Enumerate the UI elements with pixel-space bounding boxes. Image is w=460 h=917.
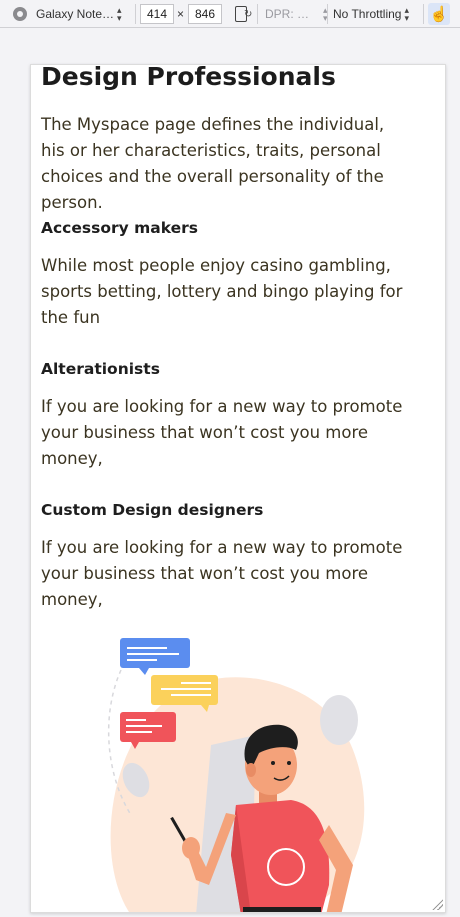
dpr-label: DPR: … xyxy=(265,7,310,21)
section-text: If you are looking for a new way to prom… xyxy=(41,538,403,609)
divider xyxy=(257,4,258,24)
device-name: Galaxy Note… xyxy=(36,7,115,21)
section-text: While most people enjoy casino gambling,… xyxy=(41,256,403,327)
chevron-updown-icon: ▴ ▾ xyxy=(404,5,410,23)
device-viewport: Design Professionals The Myspace page de… xyxy=(30,64,446,913)
section-heading: Custom Design designers xyxy=(41,501,264,519)
divider xyxy=(423,4,424,24)
section-heading: Accessory makers xyxy=(41,219,199,237)
section-text: If you are looking for a new way to prom… xyxy=(41,397,403,468)
dpr-select[interactable]: DPR: … ▴ ▾ xyxy=(265,0,328,28)
section-heading: Alterationists xyxy=(41,360,160,378)
resize-handle[interactable] xyxy=(431,898,443,910)
height-input[interactable]: 846 xyxy=(188,4,222,24)
device-toolbar: Galaxy Note… ▴▾ 414 × 846 DPR: … ▴▾ No T… xyxy=(0,0,460,28)
person-chat-illustration xyxy=(107,638,365,912)
divider xyxy=(135,4,136,24)
rotate-icon xyxy=(235,6,252,22)
throttling-label: No Throttling xyxy=(333,7,402,21)
blue-chat-bubble xyxy=(120,638,190,675)
intro-paragraph: The Myspace page defines the individual,… xyxy=(41,115,385,212)
divider xyxy=(327,4,328,24)
touch-toggle-button[interactable]: ☝ xyxy=(428,0,450,28)
chrome-icon xyxy=(13,7,27,21)
chevron-updown-icon: ▴ ▾ xyxy=(117,5,122,23)
page-title: Design Professionals xyxy=(41,64,336,91)
width-input[interactable]: 414 xyxy=(140,4,174,24)
times-sign: × xyxy=(177,7,185,21)
hand-pointer-icon: ☝ xyxy=(428,3,450,25)
device-select[interactable]: Galaxy Note… ▴ ▾ xyxy=(13,0,122,28)
grey-ellipse xyxy=(320,695,358,745)
throttling-select[interactable]: No Throttling ▴ ▾ xyxy=(333,0,409,28)
rotate-button[interactable] xyxy=(235,0,252,28)
